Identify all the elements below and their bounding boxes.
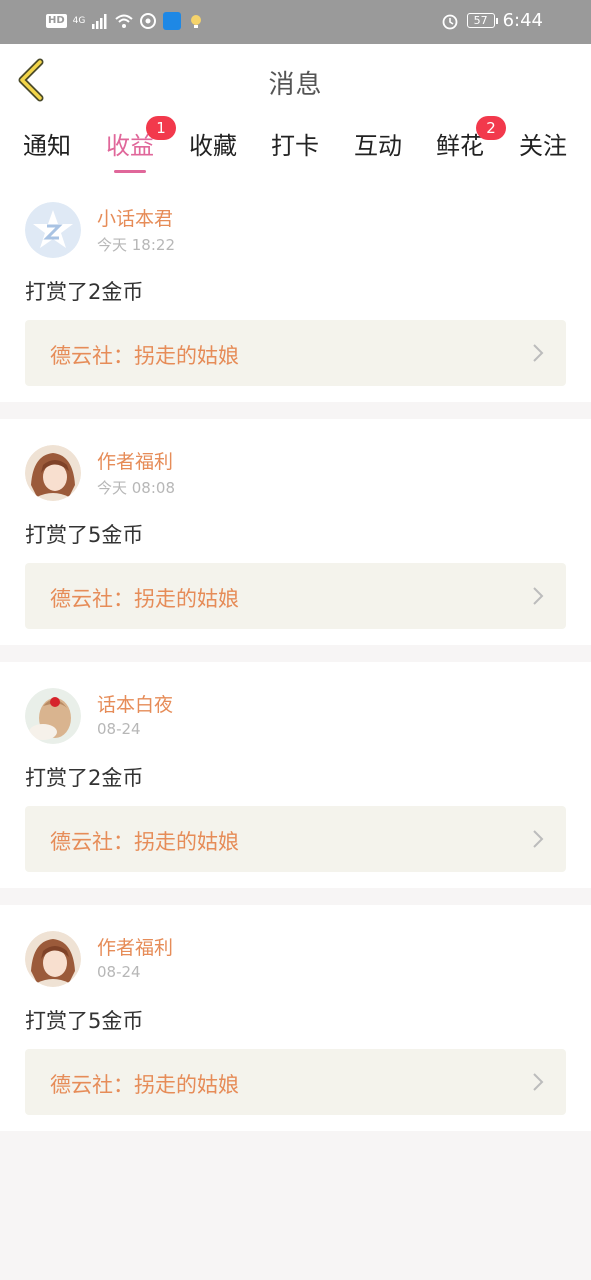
- page-title: 消息: [268, 70, 323, 100]
- header-bar: 消息: [0, 44, 591, 117]
- tab-earnings[interactable]: 收益 1: [106, 116, 176, 173]
- message-card: 小话本君 今天 18:22 打赏了2金币 德云社：拐走的姑娘: [0, 176, 591, 402]
- book-link[interactable]: 德云社：拐走的姑娘: [25, 806, 566, 872]
- tab-label: 通知: [23, 132, 71, 160]
- book-link[interactable]: 德云社：拐走的姑娘: [25, 1049, 566, 1115]
- chevron-right-icon: [533, 830, 544, 848]
- message-card: 话本白夜 08-24 打赏了2金币 德云社：拐走的姑娘: [0, 662, 591, 888]
- network-type: 4G: [72, 15, 86, 26]
- tab-label: 互动: [354, 132, 402, 160]
- clock: 6:44: [502, 10, 543, 31]
- book-link-label: 德云社：拐走的姑娘: [50, 1073, 239, 1097]
- active-tab-indicator: [114, 170, 146, 173]
- message-card: 作者福利 08-24 打赏了5金币 德云社：拐走的姑娘: [0, 905, 591, 1131]
- tab-label: 鲜花: [436, 132, 484, 160]
- unread-badge: 1: [146, 116, 176, 140]
- tab-bar: 通知 收益 1 收藏 打卡 互动 鲜花 2 关注: [0, 116, 591, 178]
- tab-checkin[interactable]: 打卡: [271, 126, 319, 161]
- chevron-right-icon: [533, 1073, 544, 1091]
- tab-favorites[interactable]: 收藏: [189, 126, 237, 161]
- message-time: 08-24: [97, 963, 141, 981]
- book-link[interactable]: 德云社：拐走的姑娘: [25, 563, 566, 629]
- username[interactable]: 小话本君: [97, 204, 173, 231]
- message-time: 今天 18:22: [97, 236, 175, 254]
- message-text: 打赏了2金币: [25, 766, 144, 790]
- hd-indicator: HD: [46, 14, 67, 28]
- status-left: HD 4G: [46, 12, 205, 30]
- username[interactable]: 话本白夜: [97, 690, 173, 717]
- message-text: 打赏了5金币: [25, 523, 144, 547]
- app-notification-icon: [140, 13, 157, 29]
- status-right: 57 6:44: [441, 10, 543, 31]
- book-link-label: 德云社：拐走的姑娘: [50, 344, 239, 368]
- avatar-anime-girl[interactable]: [25, 931, 81, 987]
- book-link[interactable]: 德云社：拐走的姑娘: [25, 320, 566, 386]
- alarm-icon: [442, 14, 457, 29]
- tab-follow[interactable]: 关注: [519, 126, 567, 161]
- avatar-anime-girl[interactable]: [25, 445, 81, 501]
- chevron-right-icon: [533, 344, 544, 362]
- book-link-label: 德云社：拐走的姑娘: [50, 830, 239, 854]
- avatar-hair-bow-girl[interactable]: [25, 688, 81, 744]
- tab-label: 关注: [519, 132, 567, 160]
- username[interactable]: 作者福利: [97, 933, 173, 960]
- tab-flowers[interactable]: 鲜花 2: [436, 116, 506, 161]
- message-text: 打赏了2金币: [25, 280, 144, 304]
- chevron-right-icon: [533, 587, 544, 605]
- unread-badge: 2: [476, 116, 506, 140]
- tab-label: 打卡: [271, 132, 319, 160]
- battery-indicator: 57: [466, 13, 498, 28]
- message-text: 打赏了5金币: [25, 1009, 144, 1033]
- tab-label: 收藏: [189, 132, 237, 160]
- tab-notice[interactable]: 通知: [23, 126, 71, 161]
- tab-interaction[interactable]: 互动: [354, 126, 402, 161]
- avatar-star-logo[interactable]: [25, 202, 81, 258]
- message-time: 08-24: [97, 720, 141, 738]
- wifi-icon: [115, 14, 134, 28]
- bulb-icon: [191, 15, 202, 28]
- message-time: 今天 08:08: [97, 479, 175, 497]
- signal-bars-icon: [92, 14, 107, 29]
- username[interactable]: 作者福利: [97, 447, 173, 474]
- book-link-label: 德云社：拐走的姑娘: [50, 587, 239, 611]
- status-bar: HD 4G 57 6:44: [0, 0, 591, 44]
- blue-app-icon: [163, 12, 182, 30]
- tab-label: 收益: [106, 132, 154, 160]
- message-card: 作者福利 今天 08:08 打赏了5金币 德云社：拐走的姑娘: [0, 419, 591, 645]
